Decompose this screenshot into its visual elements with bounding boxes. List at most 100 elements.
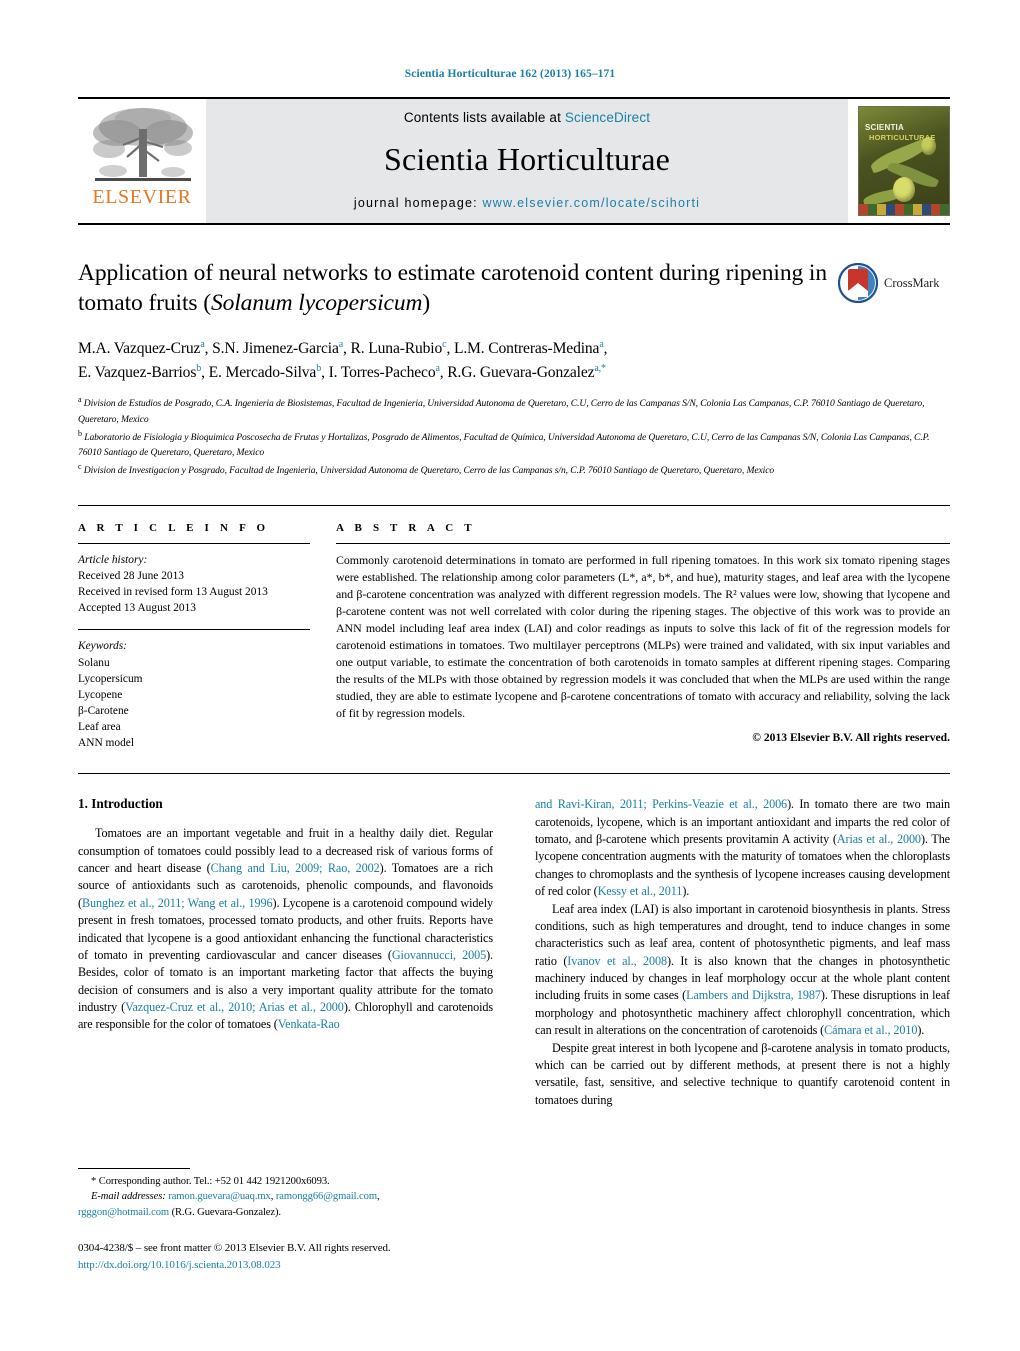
author-affiliation-marker[interactable]: a — [435, 363, 439, 374]
cover-color-strip — [859, 204, 949, 215]
info-abstract-band: A R T I C L E I N F O Article history: R… — [78, 504, 950, 775]
title-part-2: ) — [422, 289, 431, 316]
citation-link[interactable]: Giovannucci, 2005 — [392, 948, 486, 962]
footnote-divider — [78, 1168, 190, 1169]
email-addresses-line: E-mail addresses: ramon.guevara@uaq.mx, … — [91, 1191, 380, 1203]
citation-link[interactable]: Chang and Liu, 2009; Rao, 2002 — [211, 861, 380, 875]
journal-masthead: ELSEVIER Contents lists available at Sci… — [78, 97, 950, 225]
intro-paragraph-left: Tomatoes are an important vegetable and … — [78, 825, 493, 1034]
crossmark-badge[interactable]: CrossMark — [837, 261, 950, 305]
article-history-accepted: Accepted 13 August 2013 — [78, 602, 196, 615]
section-heading-introduction: 1. Introduction — [78, 796, 163, 812]
citation-link[interactable]: Venkata-Rao — [278, 1017, 340, 1031]
article-history-received: Received 28 June 2013 — [78, 569, 184, 582]
author-name: L.M. Contreras-Medina — [453, 340, 600, 358]
body-column-right: and Ravi-Kiran, 2011; Perkins-Veazie et … — [535, 796, 950, 1109]
article-history-label: Article history: — [78, 553, 148, 566]
contents-available-line: Contents lists available at ScienceDirec… — [404, 110, 650, 125]
citation-link[interactable]: Lambers and Dijkstra, 1987 — [686, 988, 821, 1002]
abstract-divider — [336, 542, 950, 544]
journal-title: Scientia Horticulturae — [383, 141, 671, 177]
citation-link[interactable]: Bunghez et al., 2011; Wang et al., 1996 — [82, 896, 273, 910]
issn-copyright-line: 0304-4238/$ – see front matter © 2013 El… — [78, 1242, 391, 1254]
keyword-item: Lycopene — [78, 688, 123, 701]
citation-link[interactable]: Arias et al., 2000 — [837, 832, 921, 846]
contents-prefix: Contents lists available at — [403, 110, 565, 125]
journal-cover-thumbnail: SCIENTIA HORTICULTURAE — [858, 106, 950, 216]
email-owner: (R.G. Guevara-Gonzalez). — [171, 1206, 281, 1218]
affiliation-item: c Division de Investigacion y Posgrado, … — [78, 461, 950, 479]
elsevier-logo: ELSEVIER — [78, 99, 206, 223]
cover-title-line1: SCIENTIA — [865, 123, 904, 132]
body-columns: 1. Introduction Tomatoes are an importan… — [78, 796, 950, 1109]
author-affiliation-marker[interactable]: a — [599, 339, 603, 350]
corresponding-author-footnote: * Corresponding author. Tel.: +52 01 442… — [78, 1168, 470, 1220]
cover-title-line2: HORTICULTURAE — [869, 133, 936, 142]
keywords-divider — [78, 629, 310, 631]
masthead-center: Contents lists available at ScienceDirec… — [206, 99, 848, 223]
sciencedirect-link[interactable]: ScienceDirect — [565, 110, 650, 125]
affiliation-marker: c — [78, 461, 82, 471]
citation-link[interactable]: Cámara et al., 2010 — [824, 1023, 917, 1037]
cover-fruit-shape — [893, 177, 915, 202]
title-species-name: Solanum lycopersicum — [210, 289, 423, 316]
journal-homepage-line: journal homepage: www.elsevier.com/locat… — [354, 196, 700, 210]
elsevier-wordmark: ELSEVIER — [92, 186, 192, 208]
intro-right-text-c: ). — [682, 884, 690, 899]
keyword-item: ANN model — [78, 737, 134, 750]
abstract-heading: A B S T R A C T — [336, 521, 476, 534]
affiliation-item: b Laboratorio de Fisiologia y Bioquimica… — [78, 428, 950, 461]
keyword-item: Lycopersicum — [78, 672, 143, 685]
keyword-item: Leaf area — [78, 721, 121, 734]
author-affiliation-marker[interactable]: a — [200, 339, 204, 350]
running-head: Scientia Horticulturae 162 (2013) 165–17… — [404, 68, 616, 80]
article-info-column: A R T I C L E I N F O Article history: R… — [78, 522, 326, 756]
author-affiliation-marker[interactable]: b — [316, 363, 321, 374]
abstract-column: A B S T R A C T Commonly carotenoid dete… — [326, 522, 950, 756]
author-name: R. Luna-Rubio — [350, 340, 443, 358]
keywords-label: Keywords: — [78, 640, 127, 653]
page-footer: 0304-4238/$ – see front matter © 2013 El… — [78, 1240, 498, 1273]
author-affiliation-marker[interactable]: b — [196, 363, 201, 374]
abstract-copyright: © 2013 Elsevier B.V. All rights reserved… — [752, 730, 950, 744]
journal-homepage-url[interactable]: www.elsevier.com/locate/scihorti — [482, 196, 700, 210]
title-block: Application of neural networks to estima… — [78, 259, 950, 318]
body-column-left: 1. Introduction Tomatoes are an importan… — [78, 796, 493, 1109]
doi-link[interactable]: http://dx.doi.org/10.1016/j.scienta.2013… — [78, 1257, 498, 1274]
page-title: Application of neural networks to estima… — [78, 259, 950, 318]
author-name: M.A. Vazquez-Cruz — [78, 340, 201, 358]
corresponding-author-marker[interactable]: a,* — [594, 363, 606, 374]
citation-link[interactable]: Kessy et al., 2011 — [598, 884, 683, 898]
author-affiliation-marker[interactable]: c — [442, 339, 446, 350]
citation-link[interactable]: Vazquez-Cruz et al., 2010; Arias et al.,… — [125, 1000, 344, 1014]
article-history-revised: Received in revised form 13 August 2013 — [78, 585, 268, 598]
citation-link-continued[interactable]: and Ravi-Kiran, 2011; Perkins-Veazie et … — [535, 797, 787, 811]
affiliation-marker: b — [78, 428, 82, 438]
email-link-3[interactable]: rgggon@hotmail.com — [78, 1207, 169, 1218]
intro-paragraph-right-1: and Ravi-Kiran, 2011; Perkins-Veazie et … — [535, 796, 950, 900]
article-info-divider — [78, 542, 310, 544]
corresponding-author-line: * Corresponding author. Tel.: +52 01 442… — [91, 1176, 330, 1187]
author-name: I. Torres-Pacheco — [328, 363, 436, 381]
author-affiliation-marker[interactable]: a — [339, 339, 343, 350]
citation-link[interactable]: Ivanov et al., 2008 — [567, 954, 667, 968]
email-link-2[interactable]: ramongg66@gmail.com — [276, 1191, 377, 1202]
abstract-text: Commonly carotenoid determinations in to… — [336, 552, 950, 720]
affiliation-text: Laboratorio de Fisiologia y Bioquimica P… — [78, 431, 930, 459]
intro-right2-text-d: ). — [917, 1023, 925, 1038]
keyword-item: β-Carotene — [78, 705, 129, 718]
email-link-1[interactable]: ramon.guevara@uaq.mx — [168, 1191, 271, 1202]
affiliation-item: a Division de Estudios de Posgrado, C.A.… — [78, 394, 950, 427]
intro-paragraph-right-2: Leaf area index (LAI) is also important … — [535, 901, 950, 1040]
article-info-heading: A R T I C L E I N F O — [78, 521, 270, 534]
email-label: E-mail addresses: — [91, 1191, 166, 1203]
author-list: M.A. Vazquez-Cruza, S.N. Jimenez-Garciaa… — [78, 339, 608, 381]
intro-paragraph-right-3: Despite great interest in both lycopene … — [535, 1040, 950, 1107]
elsevier-tree-icon — [93, 108, 193, 181]
title-part-1: Application of neural networks to estima… — [78, 260, 828, 316]
affiliation-list: a Division de Estudios de Posgrado, C.A.… — [78, 394, 950, 478]
keyword-item: Solanu — [78, 656, 110, 669]
affiliation-marker: a — [78, 395, 82, 405]
author-name: E. Vazquez-Barrios — [78, 363, 197, 381]
